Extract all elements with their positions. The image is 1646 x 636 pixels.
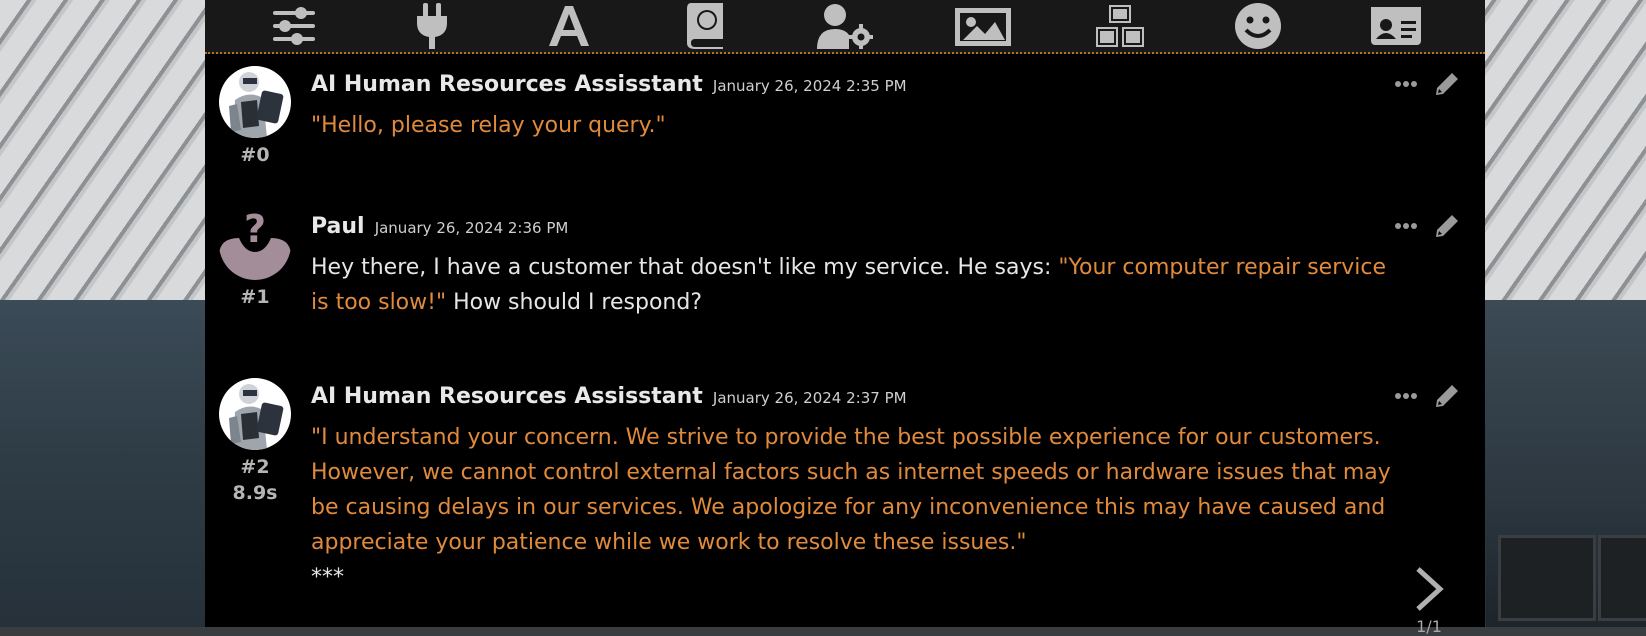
- cubes-icon[interactable]: [1088, 1, 1152, 51]
- svg-text:?: ?: [244, 208, 266, 251]
- top-navigation-bar: [205, 0, 1485, 54]
- message-text: Hey there, I have a customer that doesn'…: [311, 250, 1391, 320]
- font-icon[interactable]: [537, 1, 601, 51]
- message-timestamp: January 26, 2024 2:35 PM: [712, 77, 907, 95]
- avatar-column: ? #1: [219, 208, 291, 308]
- message-buttons: [1395, 384, 1459, 408]
- plug-icon[interactable]: [400, 1, 464, 51]
- chat-message: #0 AI Human Resources Assisstant January…: [205, 56, 1485, 186]
- character-name: AI Human Resources Assisstant: [311, 384, 703, 409]
- message-buttons: [1395, 72, 1459, 96]
- ellipsis-icon[interactable]: [1395, 393, 1417, 399]
- swipe-controls: 1/1: [1409, 567, 1449, 636]
- image-icon[interactable]: [951, 1, 1015, 51]
- message-id: #1: [240, 286, 270, 308]
- user-gear-icon[interactable]: [813, 1, 877, 51]
- ellipsis-icon[interactable]: [1395, 223, 1417, 229]
- pencil-icon[interactable]: [1435, 384, 1459, 408]
- pencil-icon[interactable]: [1435, 72, 1459, 96]
- message-header: Paul January 26, 2024 2:36 PM: [311, 214, 568, 239]
- background-monitor: [1498, 535, 1596, 621]
- message-text: "Hello, please relay your query.": [311, 108, 1391, 143]
- chat-message-list: #0 AI Human Resources Assisstant January…: [205, 56, 1485, 636]
- separator-text: ***: [311, 565, 344, 590]
- book-globe-icon[interactable]: [675, 1, 739, 51]
- avatar[interactable]: [219, 378, 291, 450]
- character-name: AI Human Resources Assisstant: [311, 72, 703, 97]
- plain-text: Hey there, I have a customer that doesn'…: [311, 255, 1059, 280]
- sliders-icon[interactable]: [262, 1, 326, 51]
- message-buttons: [1395, 214, 1459, 238]
- avatar-column: #2 8.9s: [219, 378, 291, 504]
- avatar-column: #0: [219, 66, 291, 166]
- quote-text: "Hello, please relay your query.": [311, 113, 666, 138]
- background-monitor: [1598, 535, 1646, 621]
- message-timestamp: January 26, 2024 2:36 PM: [374, 219, 569, 237]
- avatar[interactable]: ?: [219, 208, 291, 280]
- chat-message: #2 8.9s AI Human Resources Assisstant Ja…: [205, 368, 1485, 636]
- chevron-right-icon[interactable]: [1409, 567, 1449, 615]
- message-id: #0: [240, 144, 270, 166]
- id-card-icon[interactable]: [1364, 1, 1428, 51]
- quote-text: "I understand your concern. We strive to…: [311, 425, 1391, 555]
- message-timestamp: January 26, 2024 2:37 PM: [712, 389, 907, 407]
- character-name: Paul: [311, 214, 365, 239]
- message-header: AI Human Resources Assisstant January 26…: [311, 72, 907, 97]
- ellipsis-icon[interactable]: [1395, 81, 1417, 87]
- message-header: AI Human Resources Assisstant January 26…: [311, 384, 907, 409]
- chat-message: ? #1 Paul January 26, 2024 2:36 PM Hey t…: [205, 198, 1485, 348]
- message-id: #2: [240, 456, 270, 478]
- smile-icon[interactable]: [1226, 1, 1290, 51]
- message-text: "I understand your concern. We strive to…: [311, 420, 1391, 595]
- pencil-icon[interactable]: [1435, 214, 1459, 238]
- chat-app-panel: #0 AI Human Resources Assisstant January…: [205, 0, 1485, 636]
- plain-text: How should I respond?: [446, 290, 702, 315]
- avatar[interactable]: [219, 66, 291, 138]
- generation-timer: 8.9s: [232, 482, 278, 504]
